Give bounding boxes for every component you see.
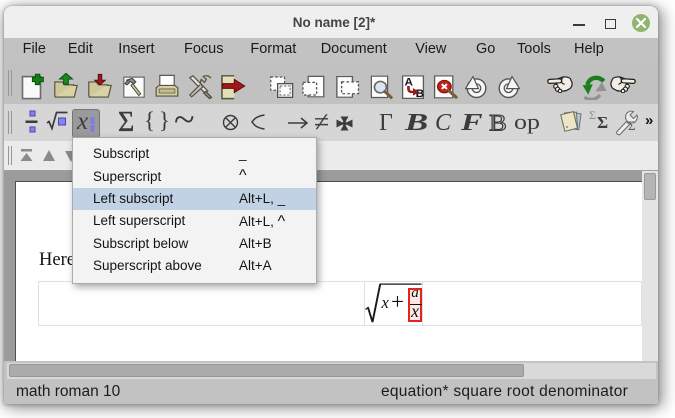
svg-text:B: B [416,88,424,99]
svg-text:B: B [489,111,507,134]
